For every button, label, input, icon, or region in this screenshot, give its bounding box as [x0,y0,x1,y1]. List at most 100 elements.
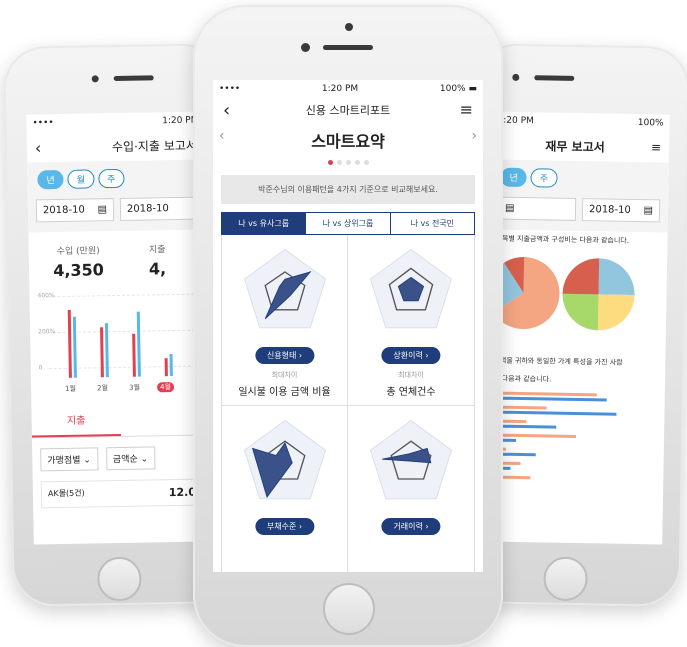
card-transaction: 거래이력 › [348,406,474,572]
carrier: •••• [219,84,241,94]
left-screen: •••• 1:20 PM ‹ 수입·지출 보고서 년 월 주 2018-10 ▤ … [26,111,212,545]
tabs: 지출 [31,401,210,439]
calendar-icon: ▤ [504,202,515,214]
gridline [47,293,200,298]
horizontal-bar-chart [485,391,617,484]
x-tick: 1월 [65,384,77,393]
speaker [113,75,154,82]
chart-bar [164,358,168,377]
expense-value: 4, [148,259,167,279]
speaker [323,45,373,50]
page-title: 수입·지출 보고서 [111,138,197,154]
battery-status: 100% ▬ [440,84,477,94]
tab-week[interactable]: 주 [97,168,125,189]
card-sub: 최대차이 [398,371,424,379]
right-screen: 1:20 PM 100% 재무 보고서 ≡ 년 주 ▤ 2018-10 ▤ 비목별… [484,111,670,545]
start-date-field[interactable]: 2018-10 ▤ [35,198,115,223]
tab-expense[interactable]: 지출 [31,402,121,438]
chart-bar [169,354,173,377]
transaction-button[interactable]: 거래이력 › [381,518,441,535]
filters: 가맹점별 ⌄ 금액순 ⌄ [32,435,211,481]
battery-text: 100% [439,84,466,94]
menu-icon[interactable]: ≡ [651,140,661,154]
card-repayment: 상환이력 › 최대차이 총 연체건수 [348,235,474,406]
tab-top-group[interactable]: 나 vs 상위그룹 [305,213,389,234]
merchant-name: AK몰(5건) [47,488,85,499]
filter-merchant-label: 가맹점별 [47,455,81,467]
back-icon[interactable]: ‹ [35,138,42,157]
filter-sort[interactable]: 금액순 ⌄ [105,446,156,471]
card-main: 총 연체건수 [386,387,436,398]
page-dot[interactable] [345,160,351,165]
carrier: •••• [32,118,54,129]
center-phone: •••• 1:20 PM 100% ▬ ‹ 신용 스마트리포트 ≡ ‹ 스마트요… [193,5,503,647]
tab-year[interactable]: 년 [37,169,64,190]
home-button [97,556,142,602]
next-arrow-icon[interactable]: › [471,128,477,144]
y-tick: 400% [37,292,55,300]
menu-icon[interactable]: ≡ [460,100,473,119]
period-tabs: 년 주 [490,159,669,194]
period-tabs: 년 월 주 [27,159,206,194]
tab-year[interactable]: 년 [500,167,528,188]
start-date-field[interactable]: ▤ [497,196,577,221]
end-date-field[interactable]: 2018-10 ▤ [581,198,661,223]
page-dot[interactable] [336,160,342,165]
radar-chart-credit [243,248,327,329]
nav-bar: ‹ 수입·지출 보고서 [27,129,205,162]
card-main: 일시불 이용 금액 비율 [238,387,331,398]
x-tick: 2월 [97,384,109,393]
x-tick: 3월 [129,383,141,392]
radar-chart-repayment [369,248,453,329]
chart-bar [67,309,72,378]
repayment-button[interactable]: 상환이력 › [381,347,441,364]
comparison-tabs: 나 vs 유사그룹 나 vs 상위그룹 나 vs 전국민 [221,212,475,235]
y-tick: 0 [38,364,43,372]
battery-icon: ▬ [468,84,477,94]
income-label: 수입 (만원) [56,246,100,258]
nav-title: 신용 스마트리포트 [305,104,391,117]
home-button [323,583,375,635]
merchant-amount: 12.0 [168,485,197,500]
credit-type-button[interactable]: 신용형태 › [254,347,315,364]
monthly-bar-chart: 400% 200% 0 1월 2월 3월 4월 [37,286,201,399]
x-tick-selected[interactable]: 4월 [157,382,175,393]
pie-right [562,258,635,331]
date-range: 2018-10 ▤ 2018-10 [27,190,207,233]
page-dot-active[interactable] [327,160,333,165]
list-item[interactable]: AK몰(5건) 12.0 [40,478,204,509]
radar-chart-debt [243,419,327,500]
end-date: 2018-10 [588,204,631,216]
back-icon[interactable]: ‹ [223,100,230,121]
date-range: ▤ 2018-10 ▤ [489,190,669,233]
camera [91,75,99,83]
page-title-row: ‹ 스마트요약 › [213,128,483,152]
transaction-label: 거래이력 [393,522,423,531]
card-sub: 최대차이 [271,371,298,379]
nav-bar: ‹ 신용 스마트리포트 ≡ [213,98,483,121]
prev-arrow-icon[interactable]: ‹ [219,128,225,144]
debt-button[interactable]: 부채수준 › [254,518,315,535]
chart-bar [132,333,136,377]
page-dot[interactable] [363,160,369,165]
filter-sort-label: 금액순 [112,454,138,466]
tab-similar-group[interactable]: 나 vs 유사그룹 [222,213,306,234]
calendar-icon: ▤ [643,205,654,217]
page-dot[interactable] [354,160,360,165]
filter-merchant[interactable]: 가맹점별 ⌄ [40,447,99,472]
tab-month[interactable]: 월 [67,169,95,189]
nav-bar: 재무 보고서 ≡ [491,129,669,162]
income-value: 4,350 [53,260,104,281]
tab-nationwide[interactable]: 나 vs 전국민 [389,213,474,234]
page-title: 스마트요약 [311,132,385,151]
front-camera [301,43,310,52]
end-date-field[interactable]: 2018-10 [119,196,199,221]
calendar-icon: ▤ [97,204,108,216]
page-title: 재무 보고서 [545,138,605,154]
summary-grid: 신용형태 › 최대차이 일시불 이용 금액 비율 상환이력 › 최대차이 총 연… [221,235,475,572]
tab-week[interactable]: 주 [530,168,558,188]
y-tick: 200% [38,328,56,336]
page-indicator [213,160,483,165]
card-credit-type: 신용형태 › 최대차이 일시불 이용 금액 비율 [222,235,348,406]
expense-label: 지출 [148,245,166,256]
